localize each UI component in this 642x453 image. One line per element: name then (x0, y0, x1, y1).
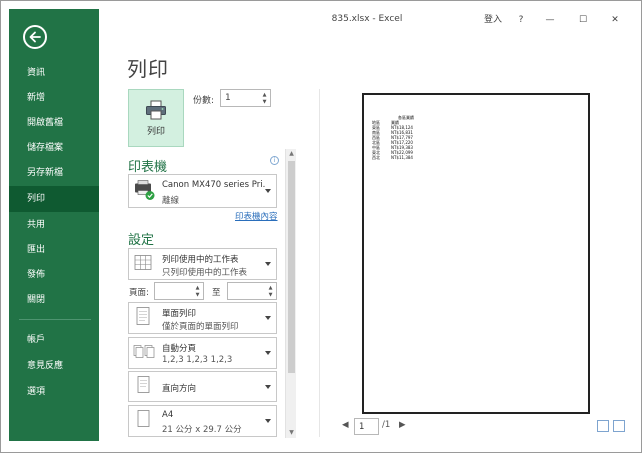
signin-link[interactable]: 登入 (482, 13, 504, 27)
scroll-down-icon[interactable]: ▼ (286, 428, 297, 438)
table-row: 西北 NT$11,384 (372, 155, 413, 160)
close-button[interactable]: ✕ (608, 13, 622, 27)
spin-up-icon[interactable]: ▲ (267, 285, 274, 291)
printer-section-title: 印表機 (128, 160, 168, 175)
collate-dropdown[interactable]: 自動分頁 1,2,3 1,2,3 1,2,3 (128, 337, 277, 369)
nav-close[interactable]: 關閉 (9, 287, 99, 313)
scrollbar-thumb[interactable] (288, 161, 295, 373)
title-bar: 835.xlsx - Excel 登入 ? — ☐ ✕ (99, 9, 635, 31)
page-current: 1 (359, 422, 365, 432)
nav-share[interactable]: 共用 (9, 212, 99, 238)
collate-desc: 1,2,3 1,2,3 1,2,3 (162, 355, 233, 365)
sides-desc: 僅於頁面的單面列印 (162, 322, 239, 332)
chevron-down-icon (265, 189, 271, 193)
minimize-button[interactable]: — (543, 13, 557, 27)
sides-title: 單面列印 (162, 309, 197, 319)
pages-from-input[interactable]: ▲ ▼ (154, 282, 204, 300)
nav-new[interactable]: 新增 (9, 85, 99, 111)
nav-print[interactable]: 列印 (9, 186, 99, 212)
nav-account[interactable]: 帳戶 (9, 327, 99, 353)
chevron-down-icon (265, 351, 271, 355)
collate-title: 自動分頁 (162, 344, 197, 354)
print-scope-title: 列印使用中的工作表 (162, 255, 239, 265)
print-scope-dropdown[interactable]: 列印使用中的工作表 只列印使用中的工作表 (128, 248, 277, 280)
printer-icon (146, 100, 166, 119)
spin-up-icon[interactable]: ▲ (194, 285, 201, 291)
sides-dropdown[interactable]: 單面列印 僅於頁面的單面列印 (128, 302, 277, 334)
paper-size-title: A4 (162, 410, 174, 420)
portrait-page-icon (133, 374, 153, 399)
printer-name: Canon MX470 series Pri... (162, 180, 266, 190)
copies-value: 1 (225, 93, 231, 103)
show-margins-icon[interactable] (597, 420, 609, 432)
spin-down-icon[interactable]: ▼ (267, 292, 274, 298)
excel-window: 資訊 新增 開啟舊檔 儲存檔案 另存新檔 列印 共用 匯出 發佈 關閉 帳戶 意… (0, 0, 642, 453)
page-title: 列印 (127, 57, 169, 81)
pages-to-input[interactable]: ▲ ▼ (227, 282, 277, 300)
nav-feedback[interactable]: 意見反應 (9, 353, 99, 379)
chevron-down-icon (265, 316, 271, 320)
settings-scrollbar[interactable]: ▲ ▼ (285, 149, 296, 438)
collate-icon (133, 342, 157, 365)
orientation-title: 直向方向 (162, 384, 197, 394)
nav-save[interactable]: 儲存檔案 (9, 135, 99, 161)
print-preview-page: 各區業績 地區 業績 東區 NT$18,124 南區 NT$16,831 西區 NT$1… (362, 93, 590, 414)
nav-separator (19, 319, 91, 320)
maximize-button[interactable]: ☐ (576, 13, 590, 27)
pages-to-label: 至 (212, 288, 221, 298)
scroll-up-icon[interactable]: ▲ (286, 149, 297, 159)
chevron-down-icon (265, 419, 271, 423)
paper-size-icon (133, 409, 153, 434)
printer-status: 離線 (162, 196, 180, 206)
spin-down-icon[interactable]: ▼ (261, 99, 268, 105)
preview-divider (319, 89, 320, 437)
spin-up-icon[interactable]: ▲ (261, 92, 268, 98)
backstage-sidebar: 資訊 新增 開啟舊檔 儲存檔案 另存新檔 列印 共用 匯出 發佈 關閉 帳戶 意… (9, 9, 99, 441)
page-number-input[interactable]: 1 (354, 418, 379, 435)
one-sided-page-icon (133, 306, 153, 331)
chevron-down-icon (265, 384, 271, 389)
nav-open[interactable]: 開啟舊檔 (9, 110, 99, 136)
paper-size-desc: 21 公分 x 29.7 公分 (162, 425, 242, 435)
printer-dropdown[interactable]: Canon MX470 series Pri... 離線 (128, 174, 277, 208)
next-page-icon[interactable]: ▶ (399, 420, 406, 430)
page-total: /1 (382, 420, 391, 430)
help-button[interactable]: ? (514, 13, 528, 27)
settings-section-title: 設定 (128, 233, 155, 248)
zoom-to-page-icon[interactable] (613, 420, 625, 432)
spin-down-icon[interactable]: ▼ (194, 292, 201, 298)
print-button[interactable]: 列印 (128, 89, 184, 147)
printer-offline-icon (133, 178, 157, 205)
pages-label: 頁面: (129, 288, 149, 298)
orientation-dropdown[interactable]: 直向方向 (128, 371, 277, 402)
copies-input[interactable]: 1 ▲ ▼ (220, 89, 271, 107)
chevron-down-icon (265, 262, 271, 266)
nav-options[interactable]: 選項 (9, 379, 99, 405)
prev-page-icon[interactable]: ◀ (342, 420, 349, 430)
nav-save-as[interactable]: 另存新檔 (9, 160, 99, 186)
info-icon[interactable]: i (270, 156, 279, 165)
back-button[interactable] (23, 25, 47, 49)
nav-publish[interactable]: 發佈 (9, 262, 99, 288)
nav-info[interactable]: 資訊 (9, 60, 99, 86)
copies-label: 份數: (193, 96, 215, 106)
arrow-left-icon (29, 31, 41, 43)
printer-properties-link[interactable]: 印表機內容 (235, 210, 278, 222)
sheet-grid-icon (133, 253, 153, 276)
print-button-label: 列印 (146, 126, 165, 137)
paper-size-dropdown[interactable]: A4 21 公分 x 29.7 公分 (128, 405, 277, 437)
preview-sheet: 各區業績 地區 業績 東區 NT$18,124 南區 NT$16,831 西區 NT$1… (372, 115, 414, 160)
print-scope-desc: 只列印使用中的工作表 (162, 268, 248, 278)
nav-export[interactable]: 匯出 (9, 237, 99, 263)
